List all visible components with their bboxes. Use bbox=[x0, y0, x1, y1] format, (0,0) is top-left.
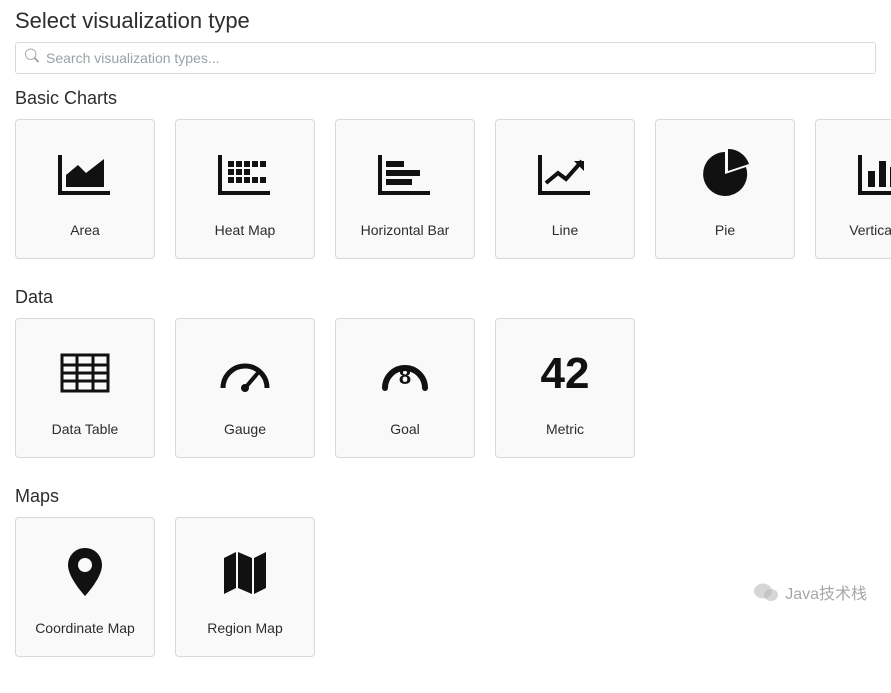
goal-icon: 8 bbox=[377, 339, 433, 407]
tile-data-table[interactable]: Data Table bbox=[15, 318, 155, 458]
tile-row-maps: Coordinate Map Region Map bbox=[15, 517, 876, 657]
search-input[interactable] bbox=[15, 42, 876, 74]
tile-label: Horizontal Bar bbox=[361, 222, 450, 238]
tile-row-data: Data Table Gauge 8 Goal 42 Metric bbox=[15, 318, 876, 458]
section-heading-data: Data bbox=[15, 287, 876, 308]
area-chart-icon bbox=[56, 140, 114, 208]
page-title: Select visualization type bbox=[15, 8, 876, 34]
coordinate-map-icon bbox=[65, 538, 105, 606]
tile-metric[interactable]: 42 Metric bbox=[495, 318, 635, 458]
tile-row-basic-charts: Area Heat Map bbox=[15, 119, 876, 259]
tile-horizontal-bar[interactable]: Horizontal Bar bbox=[335, 119, 475, 259]
svg-text:8: 8 bbox=[399, 364, 411, 389]
tile-area[interactable]: Area bbox=[15, 119, 155, 259]
region-map-icon bbox=[220, 538, 270, 606]
tile-label: Heat Map bbox=[215, 222, 276, 238]
line-chart-icon bbox=[536, 140, 594, 208]
section-heading-basic-charts: Basic Charts bbox=[15, 88, 876, 109]
tile-label: Goal bbox=[390, 421, 420, 437]
tile-region-map[interactable]: Region Map bbox=[175, 517, 315, 657]
tile-label: Data Table bbox=[52, 421, 119, 437]
pie-chart-icon bbox=[700, 140, 750, 208]
tile-vertical-bar[interactable]: Vertical Bar bbox=[815, 119, 891, 259]
data-table-icon bbox=[60, 339, 110, 407]
horizontal-bar-icon bbox=[376, 140, 434, 208]
search-wrapper bbox=[15, 42, 876, 74]
metric-icon: 42 bbox=[530, 339, 600, 407]
tile-heat-map[interactable]: Heat Map bbox=[175, 119, 315, 259]
section-heading-maps: Maps bbox=[15, 486, 876, 507]
tile-gauge[interactable]: Gauge bbox=[175, 318, 315, 458]
heat-map-icon bbox=[216, 140, 274, 208]
tile-label: Vertical Bar bbox=[849, 222, 891, 238]
tile-label: Gauge bbox=[224, 421, 266, 437]
svg-text:42: 42 bbox=[541, 349, 590, 398]
tile-label: Line bbox=[552, 222, 578, 238]
vertical-bar-icon bbox=[856, 140, 891, 208]
tile-goal[interactable]: 8 Goal bbox=[335, 318, 475, 458]
tile-coordinate-map[interactable]: Coordinate Map bbox=[15, 517, 155, 657]
gauge-icon bbox=[217, 339, 273, 407]
tile-pie[interactable]: Pie bbox=[655, 119, 795, 259]
tile-label: Metric bbox=[546, 421, 584, 437]
tile-line[interactable]: Line bbox=[495, 119, 635, 259]
tile-label: Area bbox=[70, 222, 100, 238]
tile-label: Pie bbox=[715, 222, 735, 238]
